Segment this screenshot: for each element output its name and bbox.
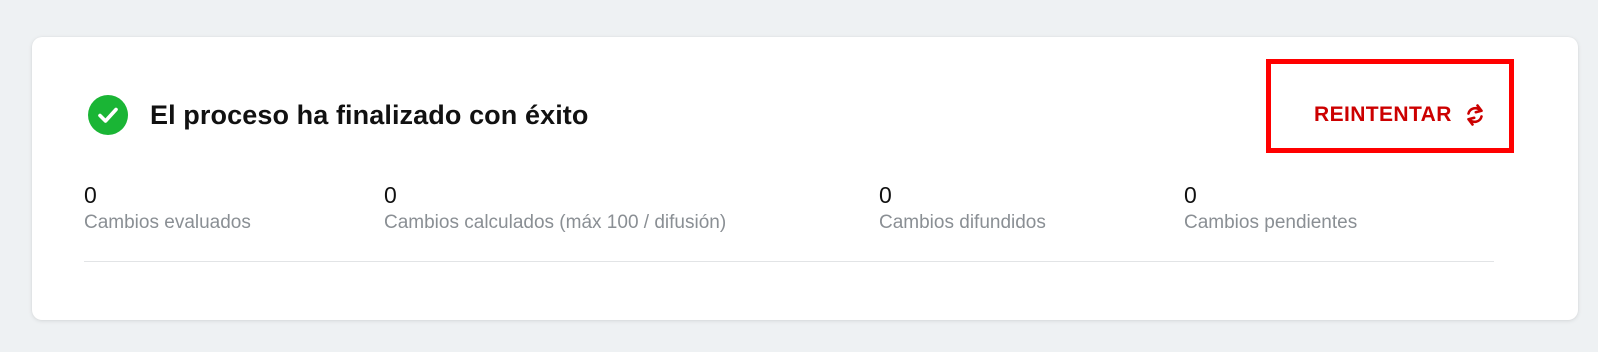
retry-label: REINTENTAR: [1314, 103, 1452, 126]
refresh-icon: [1464, 103, 1486, 127]
stats-row: 0 Cambios evaluados 0 Cambios calculados…: [84, 182, 1494, 262]
stat-evaluated: 0 Cambios evaluados: [84, 182, 251, 234]
status-header: El proceso ha finalizado con éxito: [88, 95, 589, 135]
retry-button[interactable]: REINTENTAR: [1314, 95, 1486, 135]
stat-value: 0: [84, 182, 97, 208]
divider: [84, 261, 1494, 262]
stat-broadcast: 0 Cambios difundidos: [879, 182, 1046, 234]
stat-value: 0: [384, 182, 397, 208]
stat-calculated: 0 Cambios calculados (máx 100 / difusión…: [384, 182, 726, 234]
stat-label: Cambios calculados (máx 100 / difusión): [384, 212, 727, 233]
stat-pending: 0 Cambios pendientes: [1184, 182, 1357, 234]
stat-value: 0: [879, 182, 892, 208]
status-title: El proceso ha finalizado con éxito: [150, 99, 589, 130]
stat-label: Cambios difundidos: [879, 212, 1046, 233]
stat-value: 0: [1184, 182, 1197, 208]
check-circle-icon: [88, 95, 128, 135]
stat-label: Cambios pendientes: [1184, 212, 1358, 233]
process-status-card: El proceso ha finalizado con éxito REINT…: [32, 37, 1578, 320]
stat-label: Cambios evaluados: [84, 212, 251, 233]
